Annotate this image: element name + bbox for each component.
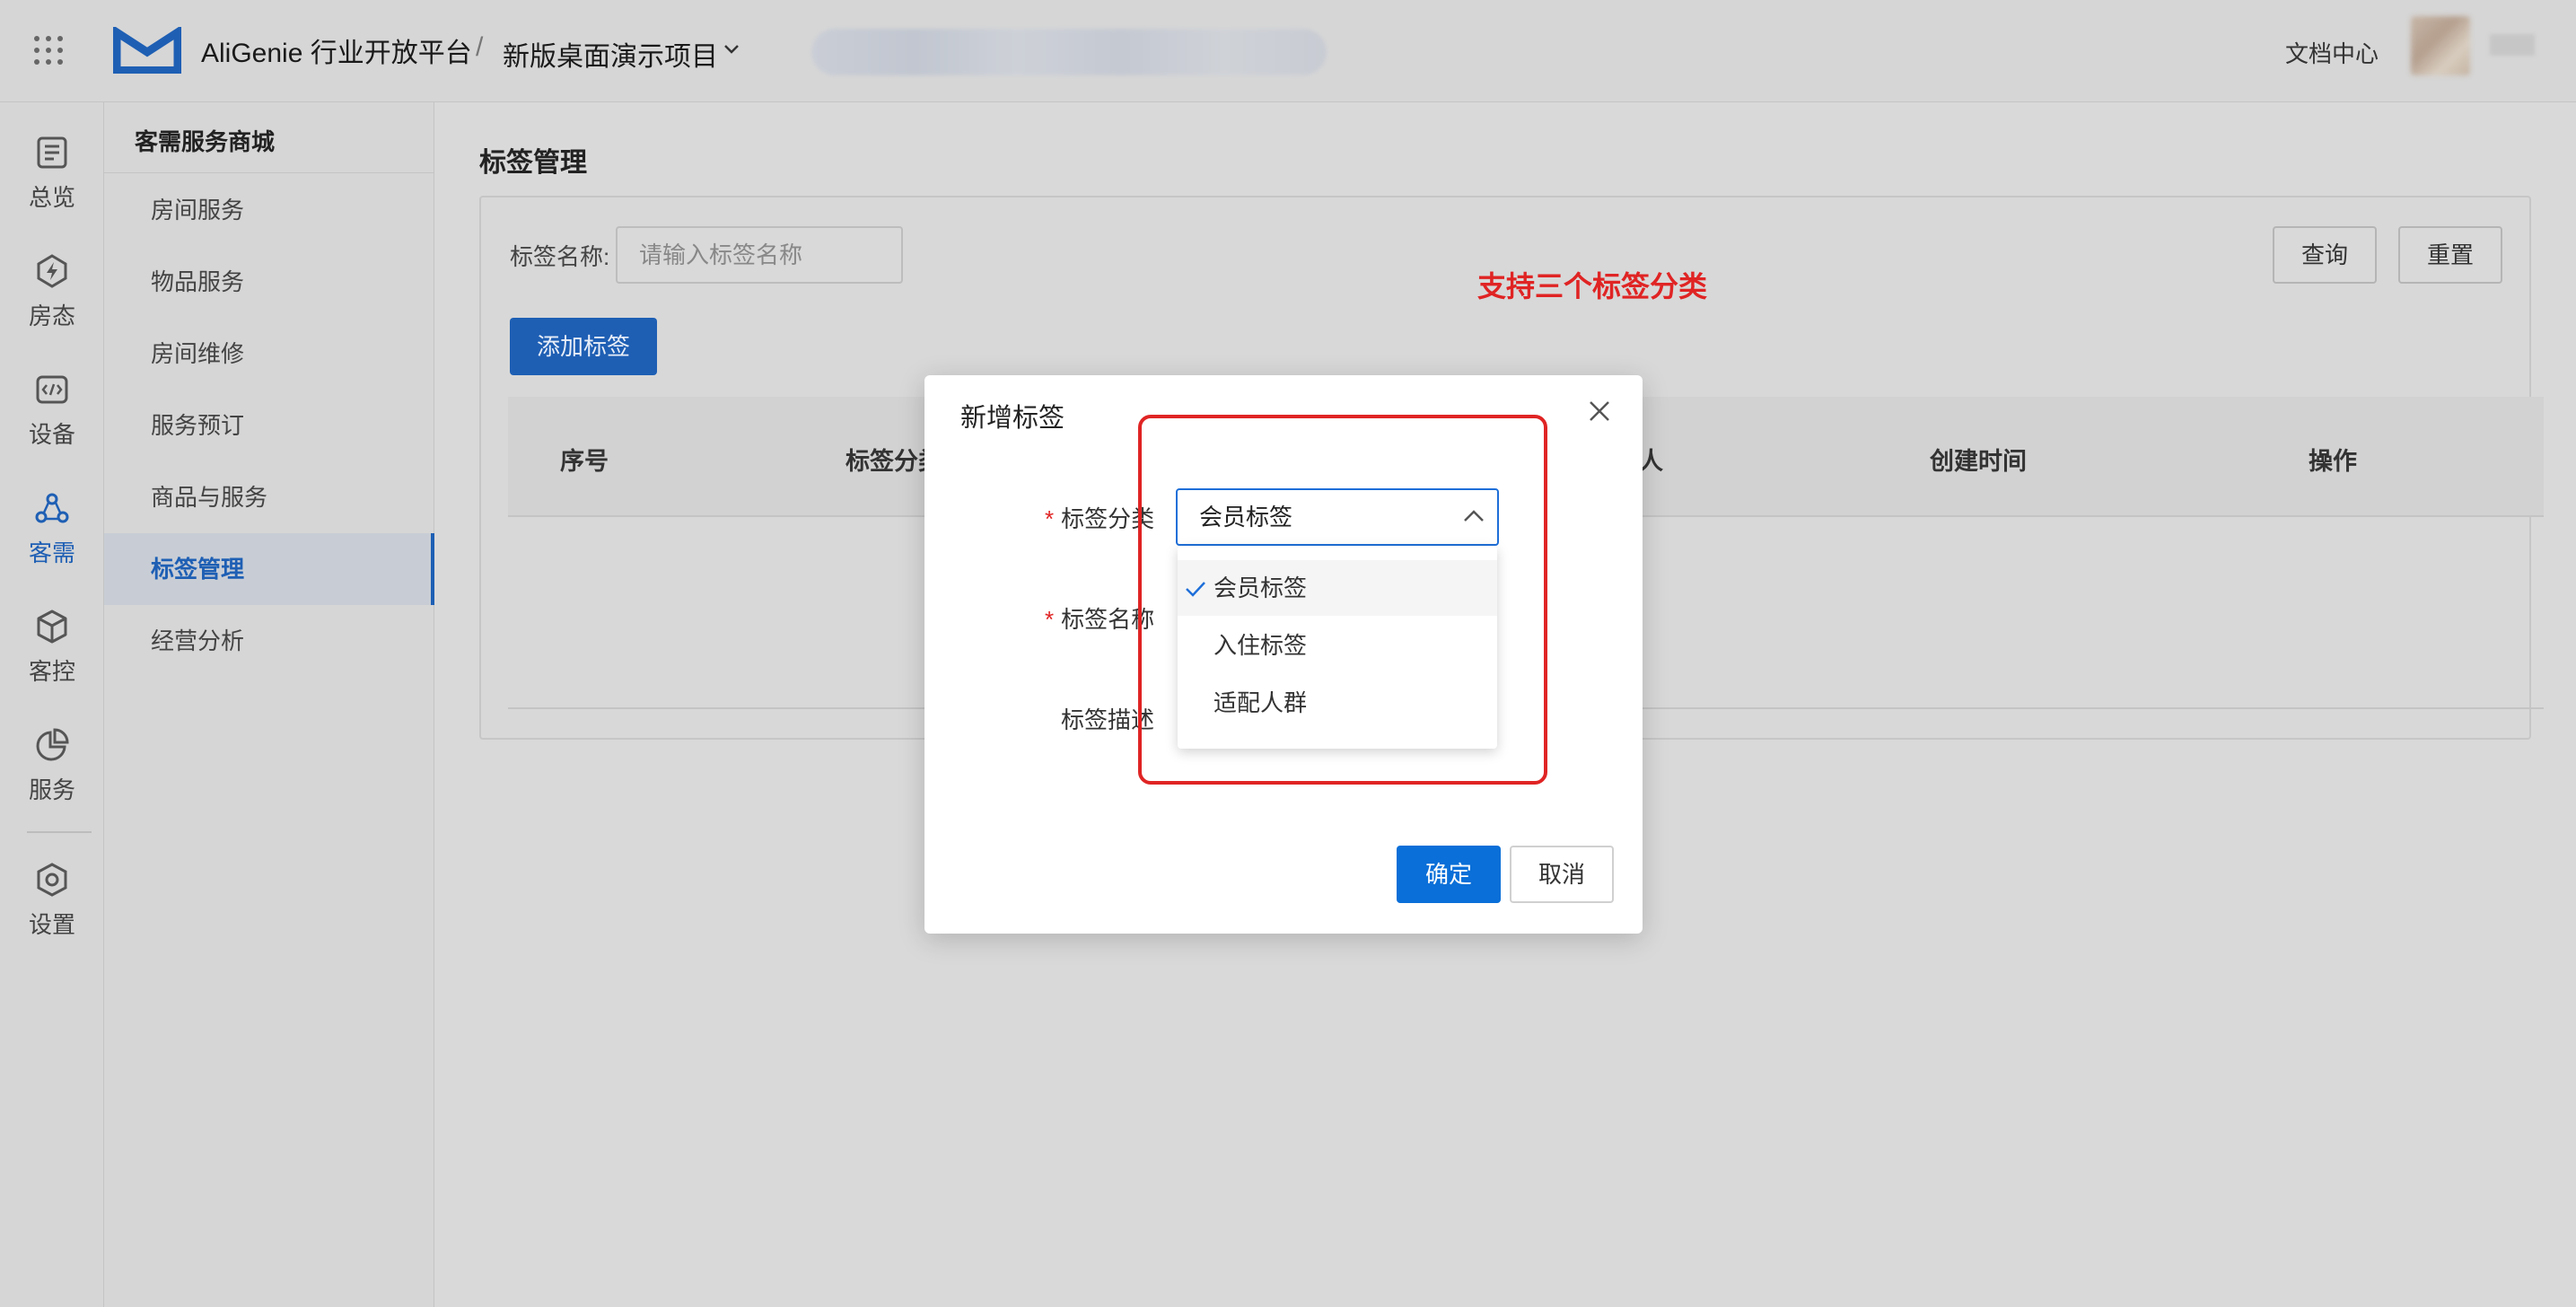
query-button[interactable]: 查询	[2273, 226, 2377, 284]
breadcrumb-separator: /	[476, 32, 484, 62]
nav-label: 服务	[28, 776, 75, 803]
user-name-blurred[interactable]	[2490, 34, 2535, 56]
modal-title: 新增标签	[960, 404, 1065, 433]
nav-label: 客控	[28, 658, 75, 685]
project-selector[interactable]: 新版桌面演示项目	[503, 34, 718, 74]
nav-label: 客需	[28, 539, 75, 566]
subnav-item-tag-management[interactable]: 标签管理	[104, 533, 434, 605]
chevron-down-icon[interactable]	[723, 43, 740, 56]
reset-button[interactable]: 重置	[2398, 226, 2502, 284]
cube-icon	[37, 610, 67, 644]
nav-item-room-status[interactable]: 房态	[0, 253, 104, 331]
add-tag-button[interactable]: 添加标签	[510, 318, 657, 375]
app-grid-icon[interactable]	[34, 36, 63, 65]
subnav-item-room-service[interactable]: 房间服务	[104, 174, 434, 246]
nav-divider	[27, 831, 92, 833]
aligenie-logo[interactable]	[113, 27, 181, 74]
brand-name[interactable]: AliGenie 行业开放平台	[201, 31, 472, 70]
icon-sidebar: 总览 房态 设备 客需 客控 服务 设置	[0, 102, 104, 1307]
lightning-icon	[37, 254, 67, 288]
nav-item-devices[interactable]: 设备	[0, 372, 104, 450]
required-mark: *	[1045, 505, 1055, 532]
annotation-text: 支持三个标签分类	[1477, 270, 1708, 303]
annotation-highlight-box	[1138, 415, 1547, 785]
nav-label: 房态	[28, 303, 75, 329]
column-header-index: 序号	[560, 448, 609, 475]
subnav-title: 客需服务商城	[135, 128, 276, 155]
column-header-actions: 操作	[2309, 448, 2357, 475]
nav-label: 总览	[28, 184, 75, 211]
nav-item-settings[interactable]: 设置	[0, 862, 104, 940]
nav-item-services[interactable]: 服务	[0, 727, 104, 805]
pie-icon	[36, 728, 69, 761]
subnav-item-products[interactable]: 商品与服务	[104, 461, 434, 533]
nav-label: 设备	[28, 421, 75, 448]
column-header-created-time: 创建时间	[1930, 448, 2027, 475]
doc-center-link[interactable]: 文档中心	[2285, 36, 2379, 69]
nav-item-guest-needs[interactable]: 客需	[0, 490, 104, 568]
close-icon[interactable]	[1585, 397, 1614, 425]
column-header-creator: 人	[1639, 448, 1663, 475]
top-bar: AliGenie 行业开放平台 / 新版桌面演示项目 文档中心	[0, 0, 2576, 102]
sub-sidebar: 客需服务商城 房间服务 物品服务 房间维修 服务预订 商品与服务 标签管理 经营…	[104, 102, 434, 1307]
subnav-item-analytics[interactable]: 经营分析	[104, 605, 434, 677]
subnav-item-service-booking[interactable]: 服务预订	[104, 390, 434, 461]
filter-label: 标签名称:	[510, 243, 610, 270]
subnav-item-room-repair[interactable]: 房间维修	[104, 318, 434, 390]
blurred-info-bar	[811, 29, 1327, 75]
page-title: 标签管理	[479, 148, 587, 178]
gear-icon	[37, 863, 67, 897]
required-mark: *	[1045, 606, 1055, 633]
divider	[104, 172, 434, 173]
list-icon	[37, 136, 67, 169]
nav-item-guest-control[interactable]: 客控	[0, 609, 104, 687]
nav-item-overview[interactable]: 总览	[0, 135, 104, 213]
subnav-item-goods-service[interactable]: 物品服务	[104, 246, 434, 318]
network-icon	[35, 493, 69, 523]
avatar[interactable]	[2411, 16, 2470, 75]
confirm-button[interactable]: 确定	[1397, 846, 1501, 903]
tag-name-search-input[interactable]: 请输入标签名称	[616, 226, 903, 284]
nav-label: 设置	[28, 911, 75, 938]
code-icon	[36, 375, 68, 404]
cancel-button[interactable]: 取消	[1510, 846, 1614, 903]
